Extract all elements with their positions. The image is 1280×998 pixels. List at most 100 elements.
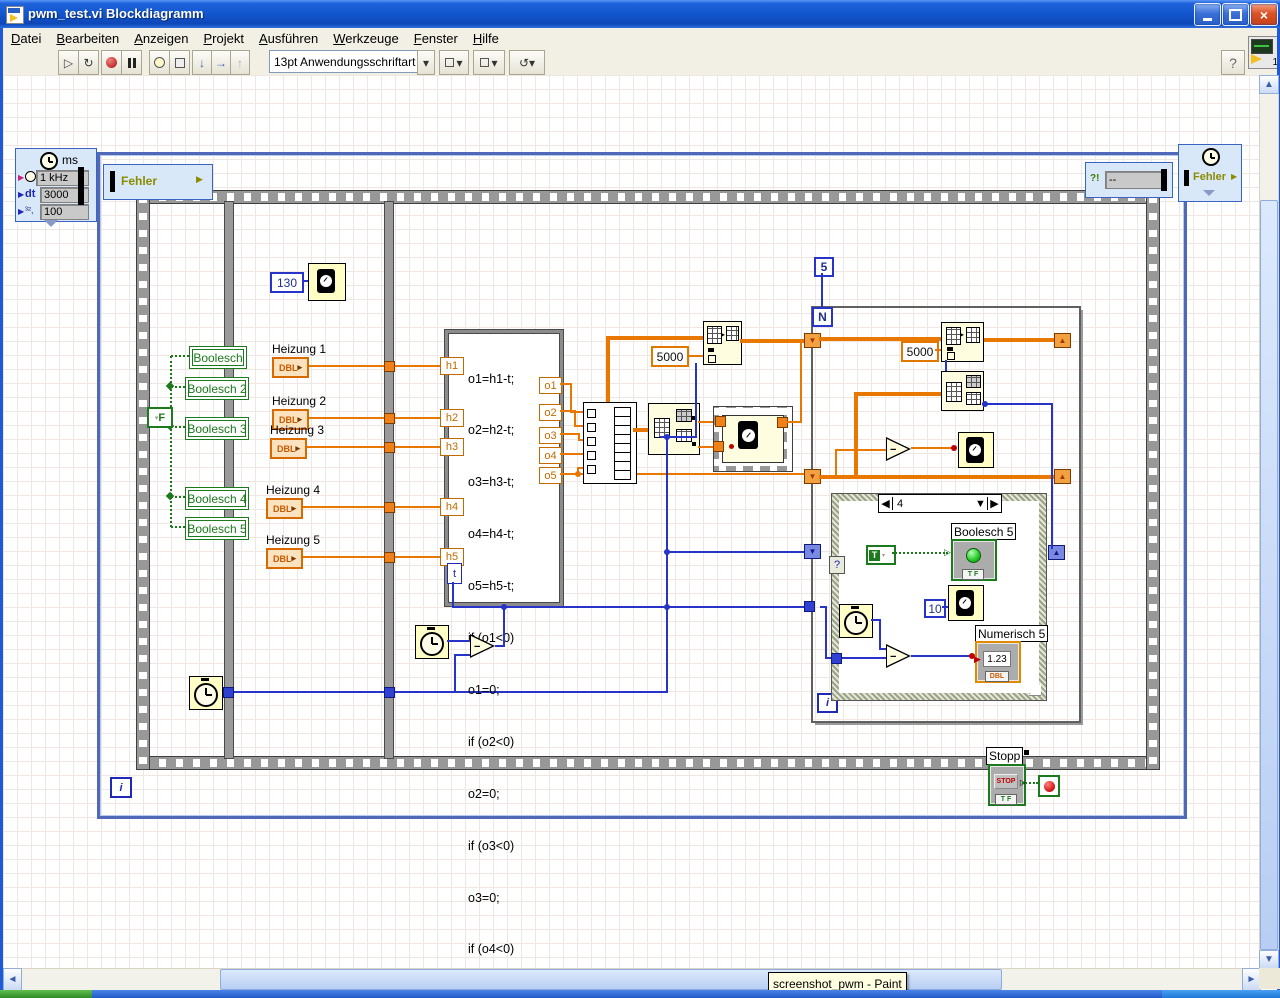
tunnel[interactable] [384, 413, 395, 424]
case-selector-label[interactable]: ◀ 4 ▼ ▶ [878, 494, 1002, 513]
wire-segment[interactable] [982, 403, 1053, 405]
numeric-constant-10[interactable]: 10 [924, 599, 946, 618]
wire-segment[interactable] [171, 355, 189, 357]
wire-segment[interactable] [740, 339, 806, 343]
tunnel[interactable] [223, 687, 234, 698]
wire-segment[interactable] [854, 392, 858, 478]
case-selector-terminal[interactable]: ? [829, 556, 845, 574]
wire-segment[interactable] [221, 691, 667, 693]
formula-output-o3[interactable]: o3 [539, 427, 562, 444]
config-node-chevron-icon[interactable] [44, 220, 58, 227]
wire-segment[interactable] [800, 341, 802, 423]
index-array-node[interactable] [941, 371, 984, 411]
replace-array-subset-node[interactable]: ▸ [703, 321, 742, 365]
run-button[interactable]: ▷ [58, 50, 79, 75]
menu-hilfe[interactable]: Hilfe [473, 31, 499, 46]
numeric-constant-5000[interactable]: 5000 [651, 346, 689, 367]
replace-array-subset-node[interactable]: ▸ [941, 322, 984, 362]
tick-count-icon[interactable] [189, 676, 223, 710]
numeric-constant-5[interactable]: 5 [814, 257, 834, 277]
scroll-down-button[interactable]: ▼ [1259, 950, 1279, 969]
step-over-button[interactable]: → [211, 50, 231, 75]
subtract-node[interactable]: − [886, 644, 911, 668]
start-button-edge[interactable] [0, 990, 92, 998]
wire-segment[interactable] [454, 654, 456, 692]
wire-segment[interactable] [302, 446, 442, 448]
resize-handle[interactable] [1029, 683, 1041, 695]
stop-button-terminal[interactable]: STOP T F ▷ [988, 764, 1026, 806]
wire-segment[interactable] [560, 453, 585, 455]
menu-werkzeuge[interactable]: Werkzeuge [333, 31, 399, 46]
numeric-constant-5000[interactable]: 5000 [901, 341, 939, 362]
wire-segment[interactable] [633, 428, 648, 432]
formula-input-h3[interactable]: h3 [440, 438, 464, 456]
auto-index-tunnel[interactable]: ▲ [1054, 333, 1071, 348]
tunnel[interactable] [384, 442, 395, 453]
menu-bearbeiten[interactable]: Bearbeiten [56, 31, 119, 46]
formula-input-h2[interactable]: h2 [440, 409, 464, 427]
auto-index-tunnel[interactable]: ▲ [1054, 469, 1071, 484]
wire-segment[interactable] [879, 648, 886, 650]
case-next-icon[interactable]: ▶ [987, 497, 1001, 510]
wire-segment[interactable] [1022, 782, 1038, 784]
wire-segment[interactable] [825, 606, 827, 658]
wire-segment[interactable] [911, 447, 955, 449]
build-array-node[interactable] [583, 402, 637, 484]
wait-until-next-ms-multiple-icon[interactable] [958, 432, 994, 468]
menu-datei[interactable]: Datei [11, 31, 41, 46]
auto-index-tunnel[interactable]: ▼ [804, 544, 821, 559]
abort-button[interactable] [101, 50, 122, 75]
vertical-scroll-thumb[interactable] [1260, 200, 1278, 950]
wire-segment[interactable] [298, 506, 442, 508]
numeric-indicator-terminal[interactable]: 1.23 DBL ▶ [974, 641, 1021, 683]
tick-count-icon[interactable] [415, 625, 449, 659]
wire-segment[interactable] [298, 556, 442, 558]
wire-segment[interactable] [695, 363, 697, 438]
wire-segment[interactable] [666, 437, 668, 693]
tunnel[interactable] [715, 416, 726, 427]
tunnel[interactable] [384, 361, 395, 372]
menu-fenster[interactable]: Fenster [414, 31, 458, 46]
wire-segment[interactable] [503, 608, 505, 647]
vi-icon[interactable]: 1 [1248, 36, 1280, 69]
wire-segment[interactable] [452, 582, 454, 607]
menu-anzeigen[interactable]: Anzeigen [134, 31, 188, 46]
index-array-node[interactable] [648, 403, 700, 455]
true-constant[interactable]: T ▾ [866, 545, 896, 565]
formula-input-h4[interactable]: h4 [440, 498, 464, 516]
formula-output-o2[interactable]: o2 [539, 404, 562, 421]
timed-loop-iteration-terminal[interactable]: i [110, 777, 132, 798]
scroll-left-button[interactable]: ◄ [3, 968, 22, 991]
step-into-button[interactable]: ↓ [192, 50, 212, 75]
wire-segment[interactable] [1051, 403, 1053, 549]
wire-segment[interactable] [945, 360, 947, 371]
local-variable-boolesch[interactable]: Boolesch [189, 346, 247, 369]
wire-segment[interactable] [570, 383, 572, 412]
wire-segment[interactable] [879, 619, 881, 650]
numeric-constant-130[interactable]: 130 [270, 272, 304, 293]
boolean-indicator-terminal[interactable]: T F [951, 539, 997, 581]
formula-output-o1[interactable]: o1 [539, 377, 562, 394]
title-bar[interactable]: pwm_test.vi Blockdiagramm × [0, 0, 1280, 28]
menu-projekt[interactable]: Projekt [203, 31, 243, 46]
local-variable-boolesch-2[interactable]: Boolesch 2 [185, 377, 249, 400]
wire-segment[interactable] [606, 336, 610, 402]
distribute-objects-button[interactable]: ▾ [473, 50, 505, 75]
right-node-value[interactable]: -- [1105, 171, 1162, 189]
tunnel[interactable] [384, 502, 395, 513]
wire-segment[interactable] [835, 449, 886, 451]
align-objects-button[interactable]: ▾ [439, 50, 469, 75]
menu-ausfuehren[interactable]: Ausführen [259, 31, 318, 46]
taskbar-edge[interactable] [92, 990, 1162, 998]
tick-count-icon[interactable] [839, 604, 873, 638]
terminal-heizung-5[interactable]: DBL ▸ [266, 548, 303, 569]
wait-until-next-ms-multiple-icon[interactable] [308, 263, 346, 301]
for-loop-count-terminal[interactable]: N [812, 307, 833, 327]
context-help-button[interactable]: ? [1221, 50, 1245, 75]
minimize-button[interactable] [1194, 3, 1221, 26]
wire-segment[interactable] [982, 338, 1054, 342]
wire-segment[interactable] [171, 526, 185, 528]
pause-button[interactable] [121, 50, 142, 75]
local-variable-boolesch-4[interactable]: Boolesch 4 [185, 487, 249, 510]
step-out-button[interactable]: ↑ [230, 50, 250, 75]
